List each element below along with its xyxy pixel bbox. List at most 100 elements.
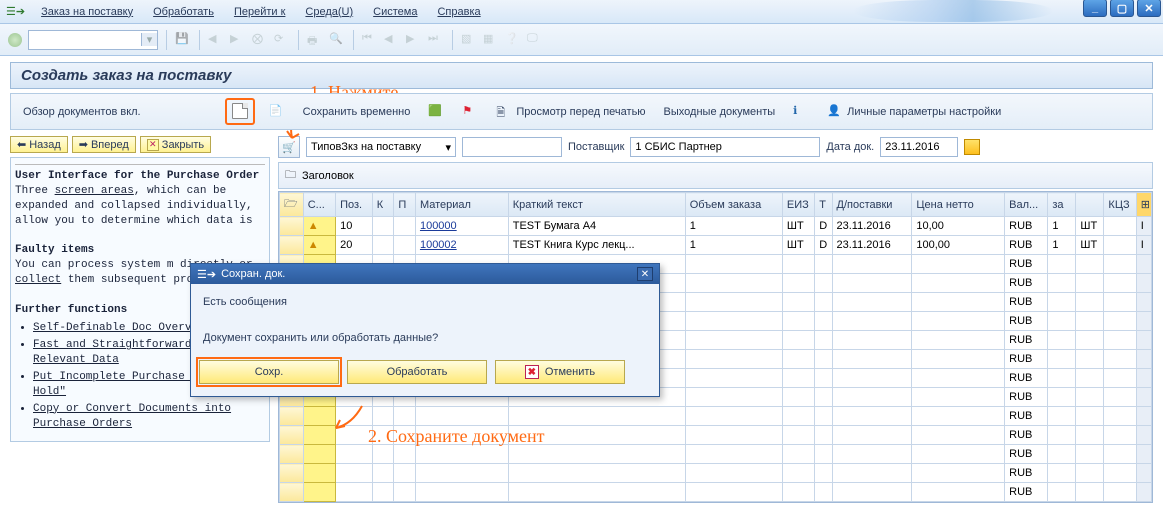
empty-cell[interactable] xyxy=(415,483,508,502)
empty-cell[interactable] xyxy=(912,464,1005,483)
unit-cell[interactable]: ШТ xyxy=(1076,236,1104,255)
empty-cell[interactable] xyxy=(912,274,1005,293)
empty-cell[interactable] xyxy=(508,464,685,483)
empty-cell[interactable] xyxy=(832,274,912,293)
dialog-save-button[interactable]: Сохр. xyxy=(199,360,339,384)
po-number-field[interactable] xyxy=(462,137,562,157)
empty-cell[interactable] xyxy=(508,445,685,464)
qty-cell[interactable]: 1 xyxy=(685,217,782,236)
status-cell[interactable] xyxy=(303,407,335,426)
next-page-icon[interactable]: ▶ xyxy=(406,32,422,48)
first-page-icon[interactable]: ⏮ xyxy=(362,32,378,48)
empty-cell[interactable] xyxy=(832,407,912,426)
empty-cell[interactable] xyxy=(782,407,814,426)
empty-cell[interactable] xyxy=(394,445,416,464)
empty-cell[interactable] xyxy=(815,293,832,312)
empty-cell[interactable] xyxy=(685,274,782,293)
window-minimize-icon[interactable]: _ xyxy=(1083,0,1107,17)
t-cell[interactable]: D xyxy=(815,236,832,255)
qty-cell[interactable]: 1 xyxy=(685,236,782,255)
empty-cell[interactable] xyxy=(685,369,782,388)
price-cell[interactable]: 10,00 xyxy=(912,217,1005,236)
delivery-date-cell[interactable]: 23.11.2016 xyxy=(832,236,912,255)
empty-cell[interactable] xyxy=(508,407,685,426)
empty-cell[interactable] xyxy=(1076,407,1104,426)
empty-cell[interactable] xyxy=(1048,388,1076,407)
kcz-cell[interactable] xyxy=(1104,236,1136,255)
currency-cell[interactable]: RUB xyxy=(1005,369,1048,388)
k-cell[interactable] xyxy=(372,217,394,236)
empty-cell[interactable] xyxy=(782,369,814,388)
row-selector[interactable] xyxy=(280,483,304,502)
empty-cell[interactable] xyxy=(1104,350,1136,369)
row-selector[interactable] xyxy=(280,445,304,464)
empty-cell[interactable] xyxy=(832,331,912,350)
empty-cell[interactable] xyxy=(1048,407,1076,426)
empty-cell[interactable] xyxy=(415,464,508,483)
empty-cell[interactable] xyxy=(782,274,814,293)
empty-cell[interactable] xyxy=(1076,369,1104,388)
empty-cell[interactable] xyxy=(1104,312,1136,331)
short-text-cell[interactable]: TEST Бумага А4 xyxy=(508,217,685,236)
empty-cell[interactable] xyxy=(685,331,782,350)
row-selector[interactable] xyxy=(280,236,304,255)
status-cell[interactable] xyxy=(303,445,335,464)
empty-cell[interactable] xyxy=(1076,293,1104,312)
layout-icon[interactable]: 🖵 xyxy=(527,32,543,48)
empty-cell[interactable] xyxy=(1048,464,1076,483)
empty-cell[interactable] xyxy=(1104,464,1136,483)
new-session-icon[interactable]: ▧ xyxy=(461,32,477,48)
col-header[interactable]: П xyxy=(394,193,416,217)
empty-cell[interactable] xyxy=(782,388,814,407)
cancel-icon[interactable]: ⨂ xyxy=(252,32,268,48)
pos-cell[interactable]: 10 xyxy=(336,217,373,236)
col-header[interactable]: Т xyxy=(815,193,832,217)
forward-icon[interactable]: ▶ xyxy=(230,32,246,48)
help-link[interactable]: collect xyxy=(15,274,61,286)
empty-cell[interactable] xyxy=(1048,350,1076,369)
empty-cell[interactable] xyxy=(815,255,832,274)
empty-cell[interactable] xyxy=(1048,331,1076,350)
empty-cell[interactable] xyxy=(1076,312,1104,331)
empty-cell[interactable] xyxy=(685,312,782,331)
menu-item[interactable]: Среда(U) xyxy=(295,6,363,18)
empty-cell[interactable] xyxy=(372,483,394,502)
create-button[interactable] xyxy=(228,101,252,121)
currency-cell[interactable]: RUB xyxy=(1005,293,1048,312)
empty-cell[interactable] xyxy=(832,312,912,331)
col-header[interactable]: ЕИЗ xyxy=(782,193,814,217)
hold-button[interactable]: Сохранить временно xyxy=(299,104,415,120)
last-page-icon[interactable]: ⏭ xyxy=(428,32,444,48)
print-icon[interactable]: 🖶 xyxy=(307,32,323,48)
refresh-icon[interactable]: ⟳ xyxy=(274,32,290,48)
empty-cell[interactable] xyxy=(912,445,1005,464)
empty-cell[interactable] xyxy=(832,255,912,274)
empty-cell[interactable] xyxy=(782,293,814,312)
empty-cell[interactable] xyxy=(1048,255,1076,274)
empty-cell[interactable] xyxy=(1076,464,1104,483)
empty-cell[interactable] xyxy=(1104,331,1136,350)
empty-cell[interactable] xyxy=(815,407,832,426)
empty-cell[interactable] xyxy=(394,464,416,483)
col-header[interactable]: КЦЗ xyxy=(1104,193,1136,217)
empty-cell[interactable] xyxy=(815,426,832,445)
status-cell[interactable]: ▲ xyxy=(303,236,335,255)
help-link[interactable]: screen areas xyxy=(55,185,134,197)
kcz-cell[interactable] xyxy=(1104,217,1136,236)
empty-cell[interactable] xyxy=(1048,369,1076,388)
messages-button[interactable]: ⚑ xyxy=(458,102,482,122)
material-cell[interactable]: 100000 xyxy=(415,217,508,236)
other-po-button[interactable]: 📄 xyxy=(265,102,289,122)
menu-item[interactable]: Обработать xyxy=(143,6,224,18)
per-cell[interactable]: 1 xyxy=(1048,236,1076,255)
empty-cell[interactable] xyxy=(1076,388,1104,407)
menu-item[interactable]: Перейти к xyxy=(224,6,295,18)
currency-cell[interactable]: RUB xyxy=(1005,331,1048,350)
currency-cell[interactable]: RUB xyxy=(1005,236,1048,255)
col-header[interactable]: Объем заказа xyxy=(685,193,782,217)
price-cell[interactable]: 100,00 xyxy=(912,236,1005,255)
empty-cell[interactable] xyxy=(815,312,832,331)
dialog-process-button[interactable]: Обработать xyxy=(347,360,487,384)
status-cell[interactable] xyxy=(303,426,335,445)
col-header[interactable]: Цена нетто xyxy=(912,193,1005,217)
